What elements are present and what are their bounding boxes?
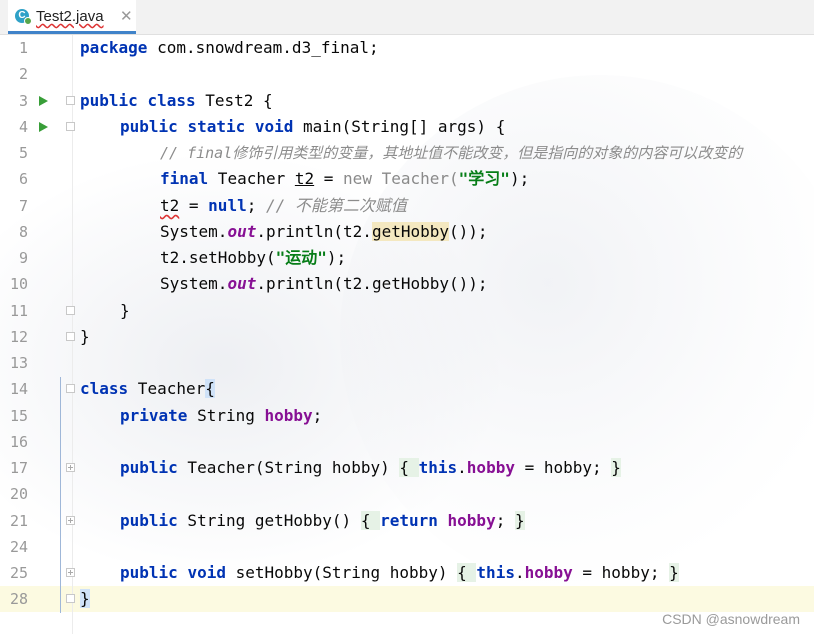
- line-number: 21: [9, 512, 28, 530]
- java-class-icon: C: [15, 9, 32, 25]
- code-line-14: class Teacher{: [80, 379, 215, 398]
- fold-icon[interactable]: [66, 122, 75, 131]
- line-number: 28: [9, 590, 28, 608]
- line-number: 17: [9, 459, 28, 477]
- line-number: 3: [18, 92, 28, 110]
- code-line-8: System.out.println(t2.getHobby());: [160, 222, 488, 241]
- expand-icon[interactable]: [66, 463, 75, 472]
- code-line-12: }: [80, 327, 90, 346]
- fold-icon[interactable]: [66, 384, 75, 393]
- expand-icon[interactable]: [66, 516, 75, 525]
- code-line-1: package com.snowdream.d3_final;: [80, 38, 379, 57]
- close-tab-icon[interactable]: ✕: [120, 7, 133, 25]
- code-line-7: t2 = null; // 不能第二次赋值: [160, 196, 407, 215]
- line-number: 8: [18, 223, 28, 241]
- code-line-17: public Teacher(String hobby) { this.hobb…: [120, 458, 621, 477]
- line-number: 11: [9, 302, 28, 320]
- file-tab-label: Test2.java: [36, 8, 104, 25]
- line-number: 6: [18, 170, 28, 188]
- code-line-3: public class Test2 {: [80, 91, 273, 110]
- editor-gutter: 1 2 3 4 5 6 7 8 9 10 11 12 13 14 15 16 1…: [0, 35, 75, 634]
- current-line-highlight: [0, 586, 814, 612]
- code-line-11: }: [120, 301, 130, 320]
- line-number: 1: [18, 39, 28, 57]
- run-main-icon[interactable]: [39, 122, 48, 132]
- code-line-10: System.out.println(t2.getHobby());: [160, 274, 488, 293]
- code-line-4: public static void main(String[] args) {: [120, 117, 506, 136]
- run-class-icon[interactable]: [39, 96, 48, 106]
- line-number: 25: [9, 564, 28, 582]
- line-number: 24: [9, 538, 28, 556]
- fold-icon[interactable]: [66, 594, 75, 603]
- editor-tab-bar: C Test2.java ✕: [0, 0, 814, 35]
- code-editor[interactable]: 1 2 3 4 5 6 7 8 9 10 11 12 13 14 15 16 1…: [0, 35, 814, 634]
- fold-icon[interactable]: [66, 96, 75, 105]
- line-number: 4: [18, 118, 28, 136]
- line-number: 12: [9, 328, 28, 346]
- line-number: 20: [9, 485, 28, 503]
- code-line-9: t2.setHobby("运动");: [160, 248, 347, 267]
- fold-icon[interactable]: [66, 332, 75, 341]
- file-tab[interactable]: C Test2.java ✕: [8, 0, 136, 34]
- expand-icon[interactable]: [66, 568, 75, 577]
- line-number: 10: [9, 275, 28, 293]
- fold-icon[interactable]: [66, 306, 75, 315]
- code-line-25: public void setHobby(String hobby) { thi…: [120, 563, 679, 582]
- code-line-6: final Teacher t2 = new Teacher("学习");: [160, 169, 530, 188]
- line-number: 14: [9, 380, 28, 398]
- code-line-28: }: [80, 589, 90, 608]
- code-line-5: // final修饰引用类型的变量，其地址值不能改变，但是指向的对象的内容可以改…: [160, 144, 743, 162]
- line-number: 2: [18, 65, 28, 83]
- line-number: 9: [18, 249, 28, 267]
- scope-guide: [60, 377, 61, 613]
- line-number: 16: [9, 433, 28, 451]
- line-number: 13: [9, 354, 28, 372]
- line-number: 15: [9, 407, 28, 425]
- code-line-21: public String getHobby() { return hobby;…: [120, 511, 525, 530]
- line-number: 7: [18, 197, 28, 215]
- csdn-watermark: CSDN @asnowdream: [662, 611, 800, 627]
- code-line-15: private String hobby;: [120, 406, 323, 425]
- line-number: 5: [18, 144, 28, 162]
